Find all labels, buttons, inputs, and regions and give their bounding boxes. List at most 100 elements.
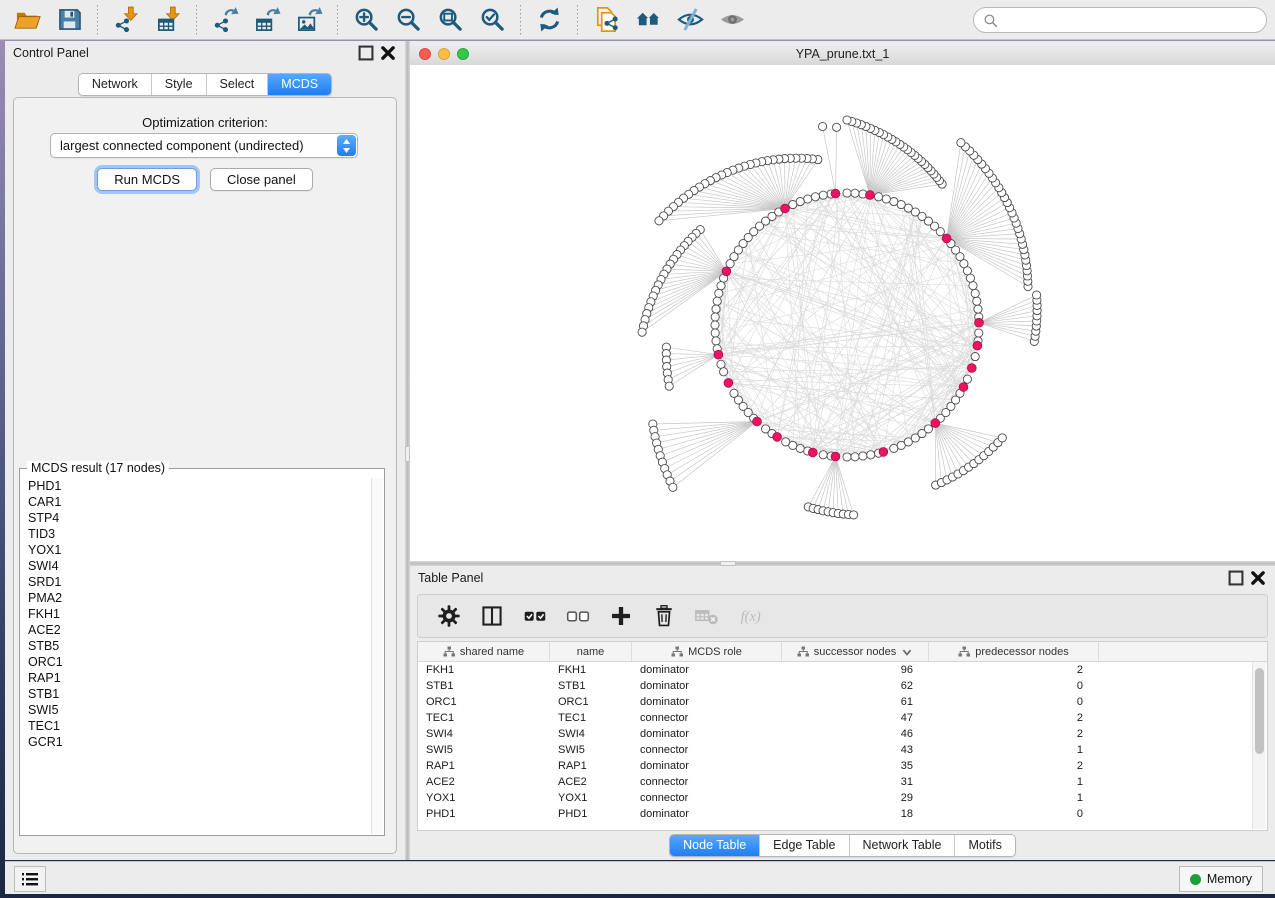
deselect-all-icon <box>566 604 590 628</box>
table-row[interactable]: YOX1YOX1connector291 <box>418 790 1267 806</box>
mcds-result-item[interactable]: GCR1 <box>28 734 372 750</box>
zoom-in-button[interactable] <box>345 3 387 37</box>
table-scrollbar[interactable] <box>1252 662 1266 829</box>
cell-name: YOX1 <box>550 792 632 804</box>
column-header-name[interactable]: name <box>550 642 632 661</box>
mcds-result-item[interactable]: STP4 <box>28 510 372 526</box>
cell-shared-name: ORC1 <box>418 696 550 708</box>
network-window-titlebar: YPA_prune.txt_1 <box>410 43 1275 66</box>
list-icon <box>21 871 39 887</box>
select-all-button[interactable] <box>518 599 552 633</box>
mcds-result-item[interactable]: ACE2 <box>28 622 372 638</box>
clone-network-button[interactable] <box>585 3 627 37</box>
mcds-result-item[interactable]: SWI5 <box>28 702 372 718</box>
open-session-button[interactable] <box>6 3 48 37</box>
export-table-button[interactable] <box>246 3 288 37</box>
zoom-selected-button[interactable] <box>471 3 513 37</box>
mcds-result-item[interactable]: RAP1 <box>28 670 372 686</box>
show-all-button <box>711 3 753 37</box>
table-settings-button[interactable] <box>432 599 466 633</box>
cell-shared-name: YOX1 <box>418 792 550 804</box>
table-row[interactable]: ORC1ORC1dominator610 <box>418 694 1267 710</box>
network-canvas[interactable] <box>410 65 1275 561</box>
mcds-result-list[interactable]: PHD1CAR1STP4TID3YOX1SWI4SRD1PMA2FKH1ACE2… <box>21 478 372 834</box>
close-panel-icon[interactable] <box>379 46 397 60</box>
mcds-result-item[interactable]: STB5 <box>28 638 372 654</box>
zoom-out-icon <box>395 6 422 33</box>
table-row[interactable]: STB1STB1dominator620 <box>418 678 1267 694</box>
column-header-successor-nodes[interactable]: successor nodes <box>782 642 929 661</box>
mcds-result-item[interactable]: PMA2 <box>28 590 372 606</box>
tab-node-table[interactable]: Node Table <box>670 835 760 856</box>
mcds-result-item[interactable]: YOX1 <box>28 542 372 558</box>
minimize-window-icon[interactable] <box>438 48 450 60</box>
cell-MCDS-role: dominator <box>632 696 782 708</box>
import-network-button[interactable] <box>105 3 147 37</box>
mcds-list-scrollbar[interactable] <box>371 478 383 834</box>
search-input[interactable] <box>1003 9 1266 31</box>
table-row[interactable]: SWI4SWI4dominator462 <box>418 726 1267 742</box>
mcds-result-item[interactable]: ORC1 <box>28 654 372 670</box>
column-header-predecessor-nodes[interactable]: predecessor nodes <box>929 642 1099 661</box>
close-panel-icon[interactable] <box>1249 571 1267 585</box>
tab-mcds[interactable]: MCDS <box>268 74 331 95</box>
table-row[interactable]: RAP1RAP1dominator352 <box>418 758 1267 774</box>
optimization-select[interactable]: largest connected component (undirected) <box>50 133 358 158</box>
export-image-button[interactable] <box>288 3 330 37</box>
apply-layout-icon <box>536 6 563 33</box>
column-header-MCDS-role[interactable]: MCDS role <box>632 642 782 661</box>
maximize-window-icon[interactable] <box>457 48 469 60</box>
apply-layout-button[interactable] <box>528 3 570 37</box>
mcds-result-item[interactable]: TID3 <box>28 526 372 542</box>
tab-style[interactable]: Style <box>152 74 207 95</box>
mcds-result-item[interactable]: SRD1 <box>28 574 372 590</box>
zoom-out-button[interactable] <box>387 3 429 37</box>
memory-button[interactable]: Memory <box>1179 866 1263 892</box>
mcds-result-item[interactable]: TEC1 <box>28 718 372 734</box>
mcds-result-item[interactable]: FKH1 <box>28 606 372 622</box>
optimization-label: Optimization criterion: <box>14 115 396 130</box>
table-row[interactable]: FKH1FKH1dominator962 <box>418 662 1267 678</box>
mcds-result-item[interactable]: SWI4 <box>28 558 372 574</box>
close-panel-button[interactable]: Close panel <box>210 168 313 191</box>
float-panel-icon[interactable] <box>1227 571 1245 585</box>
table-panel: Table Panel f(x) shared namenameMCDS rol… <box>410 566 1275 860</box>
show-columns-button[interactable] <box>475 599 509 633</box>
deselect-all-button[interactable] <box>561 599 595 633</box>
optimization-select-value: largest connected component (undirected) <box>51 138 336 153</box>
delete-row-button[interactable] <box>647 599 681 633</box>
cell-successor-nodes: 18 <box>782 808 929 820</box>
close-window-icon[interactable] <box>419 48 431 60</box>
save-session-button[interactable] <box>48 3 90 37</box>
float-panel-icon[interactable] <box>357 46 375 60</box>
column-header-shared-name[interactable]: shared name <box>418 642 550 661</box>
function-builder-button: f(x) <box>733 599 767 633</box>
mcds-result-item[interactable]: STB1 <box>28 686 372 702</box>
run-mcds-button[interactable]: Run MCDS <box>97 168 197 191</box>
add-row-button[interactable] <box>604 599 638 633</box>
select-all-icon <box>523 604 547 628</box>
sort-desc-icon <box>901 646 913 658</box>
table-row[interactable]: ACE2ACE2connector311 <box>418 774 1267 790</box>
import-table-button[interactable] <box>147 3 189 37</box>
tab-network-table[interactable]: Network Table <box>850 835 956 856</box>
table-row[interactable]: SWI5SWI5connector431 <box>418 742 1267 758</box>
cell-predecessor-nodes: 1 <box>929 744 1099 756</box>
tab-network[interactable]: Network <box>79 74 152 95</box>
task-history-button[interactable] <box>14 866 46 892</box>
table-row[interactable]: PHD1PHD1dominator180 <box>418 806 1267 822</box>
mcds-result-item[interactable]: CAR1 <box>28 494 372 510</box>
table-row[interactable]: TEC1TEC1connector472 <box>418 710 1267 726</box>
search-field[interactable] <box>973 7 1267 33</box>
export-network-button[interactable] <box>204 3 246 37</box>
network-graph[interactable] <box>410 65 1275 561</box>
tab-edge-table[interactable]: Edge Table <box>760 835 849 856</box>
hide-selected-button[interactable] <box>669 3 711 37</box>
mcds-result-item[interactable]: PHD1 <box>28 478 372 494</box>
cell-successor-nodes: 96 <box>782 664 929 676</box>
tab-select[interactable]: Select <box>207 74 269 95</box>
zoom-fit-button[interactable] <box>429 3 471 37</box>
scrollbar-thumb[interactable] <box>1255 668 1264 754</box>
first-neighbors-button[interactable] <box>627 3 669 37</box>
tab-motifs[interactable]: Motifs <box>955 835 1014 856</box>
